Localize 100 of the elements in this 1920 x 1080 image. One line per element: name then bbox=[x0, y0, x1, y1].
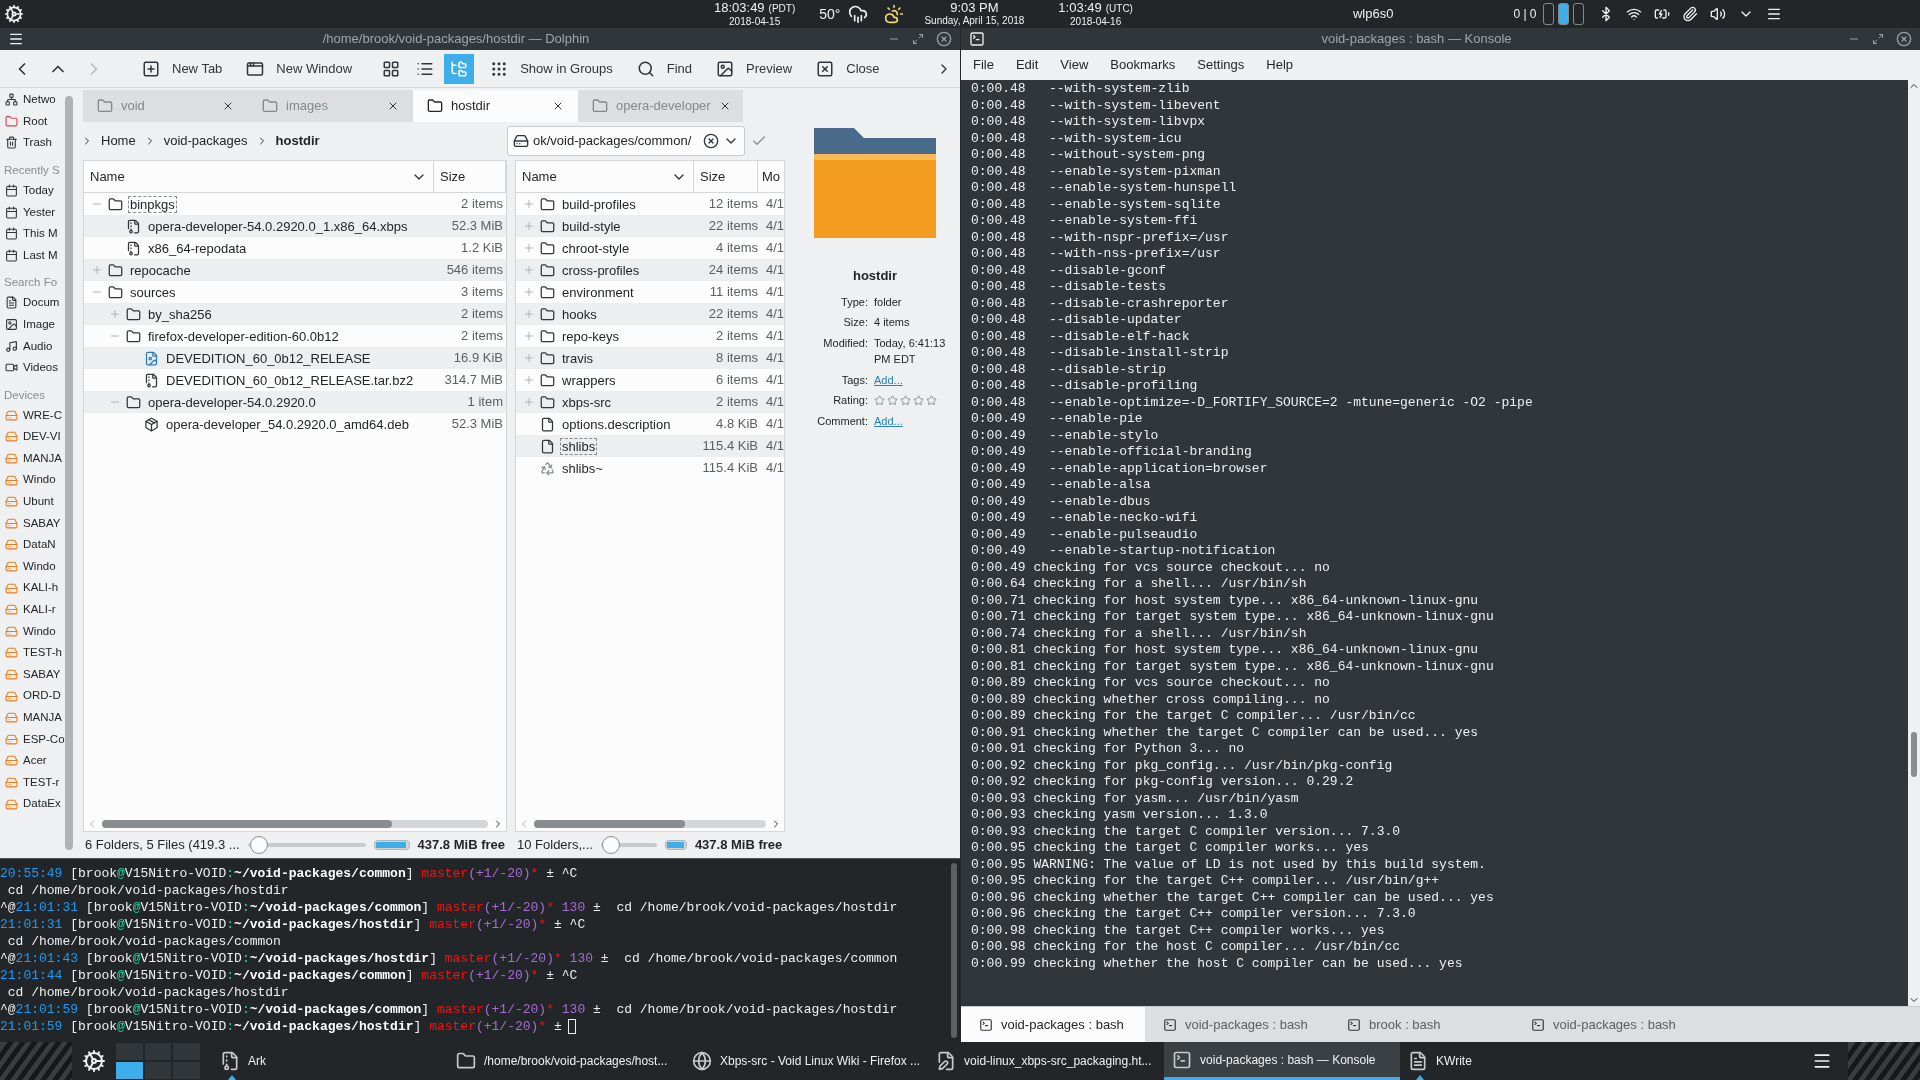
tab[interactable]: void-packages : bash bbox=[961, 1007, 1145, 1042]
sidebar-item[interactable]: Trash bbox=[0, 132, 65, 154]
sidebar-item[interactable]: Windo bbox=[0, 469, 65, 491]
star-icon[interactable] bbox=[913, 394, 924, 406]
desktop-pager-cell[interactable] bbox=[1572, 3, 1584, 25]
file-row[interactable]: opera-developer-54.0.2920.0_1.x86_64.xbps 52.3 MiB bbox=[84, 215, 506, 237]
volume-icon[interactable] bbox=[1709, 6, 1726, 22]
expand-icon[interactable] bbox=[523, 330, 535, 342]
menu-icon[interactable] bbox=[1765, 6, 1782, 22]
gear-icon[interactable] bbox=[4, 4, 24, 24]
sidebar-item[interactable]: WRE-C bbox=[0, 404, 65, 427]
column-header[interactable]: Name bbox=[84, 161, 434, 192]
slider-handle[interactable] bbox=[249, 836, 268, 854]
close-tab-icon[interactable] bbox=[552, 100, 564, 112]
desktop-pager-cell[interactable] bbox=[1542, 3, 1554, 25]
new-window-button[interactable]: New Window bbox=[238, 52, 361, 85]
expand-icon[interactable] bbox=[523, 198, 535, 210]
sidebar-item[interactable]: TEST-h bbox=[0, 642, 65, 664]
location-field[interactable]: ok/void-packages/common/ bbox=[507, 126, 745, 156]
sidebar-item[interactable]: Windo bbox=[0, 620, 65, 643]
sidebar-item[interactable]: Last M bbox=[0, 244, 65, 267]
add-link[interactable]: Add... bbox=[874, 371, 962, 388]
file-row[interactable]: cross-profiles 24 items 4/1 bbox=[516, 259, 784, 281]
expand-icon[interactable] bbox=[523, 374, 535, 386]
gear-icon[interactable] bbox=[82, 1049, 106, 1073]
sidebar-item[interactable]: Ubunt bbox=[0, 490, 65, 513]
tab[interactable]: hostdir bbox=[413, 90, 578, 122]
scrollbar[interactable] bbox=[65, 96, 73, 850]
sidebar-item[interactable]: Videos bbox=[0, 356, 65, 379]
maximize-icon[interactable] bbox=[1872, 33, 1884, 45]
new-tab-button[interactable]: New Tab bbox=[134, 52, 231, 85]
scrollbar[interactable] bbox=[951, 863, 957, 1038]
zoom-slider[interactable] bbox=[600, 836, 657, 854]
sidebar-item[interactable]: Audio bbox=[0, 335, 65, 357]
expand-icon[interactable] bbox=[523, 220, 535, 232]
menu-item[interactable]: View bbox=[1052, 55, 1097, 75]
star-icon[interactable] bbox=[900, 394, 911, 406]
wifi-icon[interactable] bbox=[1625, 6, 1642, 22]
breadcrumb-link[interactable]: void-packages bbox=[163, 131, 248, 151]
column-header[interactable]: Mo bbox=[758, 161, 784, 192]
sidebar-item[interactable]: MANJA bbox=[0, 447, 65, 470]
sidebar-item[interactable]: DataN bbox=[0, 534, 65, 556]
desktop-pager-cell[interactable] bbox=[144, 1062, 172, 1079]
star-icon[interactable] bbox=[887, 394, 898, 406]
desktop-pager-cell[interactable] bbox=[116, 1062, 143, 1079]
close-icon[interactable] bbox=[936, 31, 952, 47]
expand-icon[interactable] bbox=[91, 264, 103, 276]
file-row[interactable]: build-style 22 items 4/1 bbox=[516, 215, 784, 237]
sidebar-item[interactable]: SABAY bbox=[0, 663, 65, 686]
sidebar-item[interactable]: DataEx bbox=[0, 793, 65, 815]
maximize-icon[interactable] bbox=[912, 33, 924, 45]
find-button[interactable]: Find bbox=[628, 52, 700, 85]
menu-item[interactable]: Help bbox=[1258, 55, 1302, 75]
close-icon[interactable] bbox=[1896, 31, 1912, 47]
file-row[interactable]: DEVEDITION_60_0b12_RELEASE 16.9 KiB bbox=[84, 347, 506, 369]
sidebar-item[interactable]: Today bbox=[0, 179, 65, 202]
expand-icon[interactable] bbox=[523, 308, 535, 320]
sidebar-item[interactable]: TEST-r bbox=[0, 771, 65, 794]
clear-icon[interactable] bbox=[703, 133, 719, 149]
taskbar-task[interactable]: KWrite bbox=[1400, 1042, 1637, 1080]
sidebar-item[interactable]: Yester bbox=[0, 201, 65, 223]
preview-button[interactable]: Preview bbox=[708, 52, 801, 85]
close-button[interactable]: Close bbox=[808, 52, 888, 85]
paperclip-icon[interactable] bbox=[1681, 6, 1698, 22]
file-row[interactable]: shlibs 115.4 KiB 4/1 bbox=[516, 435, 784, 457]
scrollbar-thumb[interactable] bbox=[534, 820, 685, 828]
sidebar-item[interactable]: KALI-r bbox=[0, 598, 65, 621]
sidebar-item[interactable]: Windo bbox=[0, 555, 65, 578]
file-row[interactable]: xbps-src 2 items 4/1 bbox=[516, 391, 784, 413]
expand-icon[interactable] bbox=[523, 396, 535, 408]
expand-icon[interactable] bbox=[523, 352, 535, 364]
show-in-groups-button[interactable]: Show in Groups bbox=[482, 52, 621, 85]
close-tab-icon[interactable] bbox=[222, 100, 234, 112]
file-row[interactable]: travis 8 items 4/1 bbox=[516, 347, 784, 369]
sidebar-item[interactable]: MANJA bbox=[0, 706, 65, 729]
sidebar-item[interactable]: ESP-Co bbox=[0, 728, 65, 751]
breadcrumb-link[interactable]: hostdir bbox=[275, 131, 320, 151]
taskbar-task[interactable]: /home/brook/void-packages/host... bbox=[448, 1042, 684, 1080]
star-icon[interactable] bbox=[874, 394, 885, 406]
column-header[interactable]: Size bbox=[434, 161, 506, 192]
sidebar-item[interactable]: DEV-VI bbox=[0, 426, 65, 448]
column-header[interactable]: Name bbox=[516, 161, 694, 192]
scrollbar-thumb[interactable] bbox=[102, 820, 392, 828]
sidebar-item[interactable]: Image bbox=[0, 313, 65, 336]
taskbar-task[interactable]: void-packages : bash — Konsole bbox=[1164, 1042, 1401, 1080]
close-tab-icon[interactable] bbox=[387, 100, 399, 112]
slider-handle[interactable] bbox=[601, 836, 620, 854]
file-row[interactable]: hooks 22 items 4/1 bbox=[516, 303, 784, 325]
sidebar-item[interactable]: SABAY bbox=[0, 512, 65, 535]
expand-icon[interactable] bbox=[523, 242, 535, 254]
sidebar-item[interactable]: Netwo bbox=[0, 89, 65, 111]
file-row[interactable]: opera-developer-54.0.2920.0 1 item bbox=[84, 391, 506, 413]
sidebar-item[interactable]: Docum bbox=[0, 292, 65, 314]
menu-item[interactable]: File bbox=[965, 55, 1002, 75]
scrollbar-thumb[interactable] bbox=[1911, 732, 1917, 777]
desktop-pager-cell[interactable] bbox=[1557, 3, 1569, 25]
taskbar-task[interactable]: void-linux_xbps-src_packaging.ht... bbox=[928, 1042, 1165, 1080]
menu-icon[interactable] bbox=[1812, 1051, 1832, 1071]
sidebar-item[interactable]: This M bbox=[0, 222, 65, 245]
expand-icon[interactable] bbox=[523, 264, 535, 276]
